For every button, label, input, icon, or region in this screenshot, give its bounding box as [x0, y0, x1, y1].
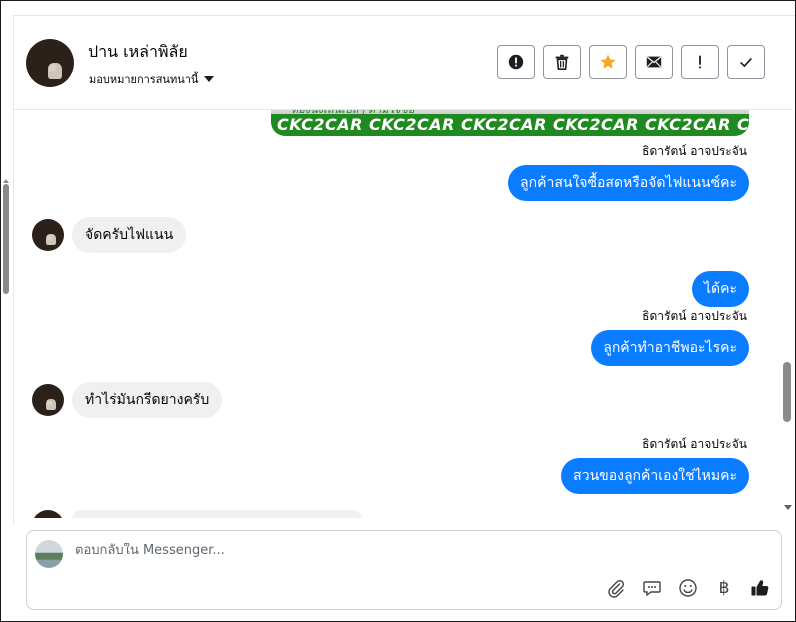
incoming-message[interactable]: ทำไร่มันกรีดยางครับ: [72, 382, 223, 418]
sender-name: ธิดารัตน์ อาจประจัน: [642, 437, 747, 451]
page-avatar: [35, 540, 63, 568]
smiley-icon: [679, 579, 697, 597]
incoming-message-row-partial: [32, 510, 362, 518]
delete-button[interactable]: [543, 45, 581, 79]
reply-composer: ฿: [26, 530, 782, 610]
outgoing-message[interactable]: สวนของลูกค้าเองใช่ไหมคะ: [561, 458, 749, 494]
message-thread[interactable]: ห้องนั่งเล่นเบิ้ลๆ ตามใจซื้อ CKC2CAR CKC…: [14, 110, 784, 518]
outgoing-message[interactable]: ได้คะ: [691, 271, 749, 307]
incoming-message[interactable]: จัดครับไฟแนน: [72, 217, 187, 253]
mark-spam-button[interactable]: [497, 45, 535, 79]
check-icon: [740, 57, 752, 68]
assign-label: มอบหมายการสนทนานี้: [89, 73, 199, 86]
chevron-down-icon: [204, 76, 215, 82]
thread-scroll-down-arrow[interactable]: [784, 505, 792, 510]
left-scroll-up-arrow[interactable]: [3, 179, 9, 183]
conversation-header: ปาน เหล่าพิลัย มอบหมายการสนทนานี้: [14, 16, 793, 110]
composer-tools: ฿: [605, 577, 771, 599]
paperclip-icon: [608, 579, 625, 598]
exclamation-icon: [699, 55, 701, 69]
like-button[interactable]: [749, 577, 771, 599]
reply-input[interactable]: [75, 543, 675, 558]
incoming-message-row: ทำไร่มันกรีดยางครับ: [32, 382, 223, 418]
alert-circle-icon: [508, 54, 524, 70]
star-button[interactable]: [589, 45, 627, 79]
trash-icon: [555, 54, 569, 71]
contact-name[interactable]: ปาน เหล่าพิลัย: [88, 40, 188, 65]
assign-conversation-dropdown[interactable]: มอบหมายการสนทนานี้: [89, 70, 215, 88]
thumbs-up-icon: [751, 580, 769, 596]
contact-avatar-small[interactable]: [32, 219, 64, 251]
outgoing-message[interactable]: ลูกค้าสนใจซื้อสดหรือจัดไฟแนนซ์คะ: [508, 165, 749, 201]
incoming-message-partial[interactable]: [72, 510, 362, 518]
baht-icon: ฿: [718, 578, 730, 598]
incoming-message-row: จัดครับไฟแนน: [32, 217, 187, 253]
follow-up-button[interactable]: [681, 45, 719, 79]
banner-brand-strip: CKC2CAR CKC2CAR CKC2CAR CKC2CAR CKC2CAR …: [277, 115, 749, 134]
saved-replies-button[interactable]: [641, 577, 663, 599]
contact-avatar-small[interactable]: [32, 384, 64, 416]
chat-bubble-icon: [643, 581, 661, 597]
contact-avatar[interactable]: [26, 39, 74, 87]
mark-unread-button[interactable]: [635, 45, 673, 79]
sender-name: ธิดารัตน์ อาจประจัน: [642, 309, 747, 323]
thread-scrollbar-thumb[interactable]: [783, 362, 791, 422]
outgoing-message[interactable]: ลูกค้าทำอาชีพอะไรคะ: [591, 330, 749, 366]
contact-avatar-small[interactable]: [32, 510, 64, 518]
left-scrollbar-thumb[interactable]: [3, 184, 9, 294]
star-icon: [600, 54, 616, 69]
attach-button[interactable]: [605, 577, 627, 599]
payment-button[interactable]: ฿: [713, 577, 735, 599]
envelope-icon: [646, 56, 662, 68]
image-attachment[interactable]: ห้องนั่งเล่นเบิ้ลๆ ตามใจซื้อ CKC2CAR CKC…: [271, 110, 749, 136]
sender-name: ธิดารัตน์ อาจประจัน: [642, 144, 747, 158]
conversation-window: ปาน เหล่าพิลัย มอบหมายการสนทนานี้ CKC2CA…: [0, 0, 796, 622]
emoji-button[interactable]: [677, 577, 699, 599]
mark-done-button[interactable]: [727, 45, 765, 79]
header-actions: [497, 45, 765, 79]
